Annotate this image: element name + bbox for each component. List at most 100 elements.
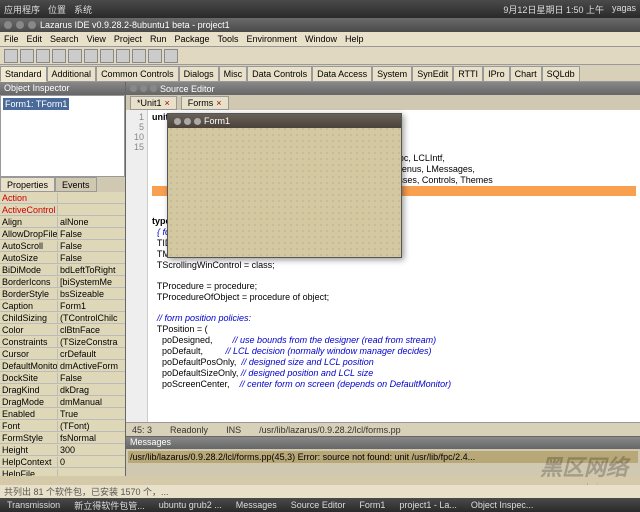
toggle-icon[interactable] [84, 49, 98, 63]
property-row[interactable]: AutoSizeFalse [0, 252, 125, 264]
editor-tabs: *Unit1× Forms× [126, 95, 640, 110]
newform-icon[interactable] [68, 49, 82, 63]
property-row[interactable]: Constraints(TSizeConstra [0, 336, 125, 348]
palette-tab-datactrls[interactable]: Data Controls [247, 66, 312, 82]
taskbar-item[interactable]: Transmission [4, 500, 63, 510]
menu-help[interactable]: Help [345, 34, 364, 44]
palette-tab-sqldb[interactable]: SQLdb [542, 66, 580, 82]
taskbar-item[interactable]: Object Inspec... [468, 500, 537, 510]
component-palette: Standard Additional Common Controls Dial… [0, 65, 640, 82]
minimize-icon[interactable] [16, 21, 24, 29]
menu-window[interactable]: Window [305, 34, 337, 44]
property-row[interactable]: BorderStylebsSizeable [0, 288, 125, 300]
tree-item-form1[interactable]: Form1: TForm1 [3, 98, 69, 110]
palette-tab-dataaccess[interactable]: Data Access [312, 66, 372, 82]
stepover-icon[interactable] [148, 49, 162, 63]
open-icon[interactable] [20, 49, 34, 63]
clock[interactable]: 9月12日星期日 1:50 上午 [503, 3, 604, 16]
menu-tools[interactable]: Tools [217, 34, 238, 44]
form-titlebar[interactable]: Form1 [168, 114, 401, 128]
property-row[interactable]: HelpFile [0, 468, 125, 476]
tab-unit1[interactable]: *Unit1× [130, 96, 177, 110]
palette-tab-system[interactable]: System [372, 66, 412, 82]
menu-environment[interactable]: Environment [247, 34, 298, 44]
property-row[interactable]: Font(TFont) [0, 420, 125, 432]
tab-properties[interactable]: Properties [0, 177, 55, 192]
tab-forms[interactable]: Forms× [181, 96, 229, 110]
tab-close-icon[interactable]: × [216, 98, 221, 108]
property-row[interactable]: DefaultMonitodmActiveForm [0, 360, 125, 372]
property-row[interactable]: AlignalNone [0, 216, 125, 228]
new-icon[interactable] [4, 49, 18, 63]
property-row[interactable]: ActiveControl [0, 204, 125, 216]
menu-places[interactable]: 位置 [48, 3, 66, 16]
palette-tab-misc[interactable]: Misc [219, 66, 248, 82]
tab-events[interactable]: Events [55, 177, 97, 192]
property-row[interactable]: Action [0, 192, 125, 204]
editor-close-icon[interactable] [130, 85, 137, 92]
object-inspector: Object Inspector Form1: TForm1 Propertie… [0, 82, 125, 476]
user-menu[interactable]: yagas [612, 3, 636, 16]
menu-apps[interactable]: 应用程序 [4, 3, 40, 16]
property-row[interactable]: CursorcrDefault [0, 348, 125, 360]
editor-min-icon[interactable] [140, 85, 147, 92]
property-row[interactable]: FormStylefsNormal [0, 432, 125, 444]
message-row[interactable]: /usr/lib/lazarus/0.9.28.2/lcl/forms.pp(4… [128, 451, 638, 463]
form-max-icon[interactable] [194, 118, 201, 125]
menu-edit[interactable]: Edit [27, 34, 43, 44]
property-row[interactable]: ColorclBtnFace [0, 324, 125, 336]
menu-package[interactable]: Package [174, 34, 209, 44]
palette-tab-standard[interactable]: Standard [0, 66, 47, 82]
property-row[interactable]: AutoScrollFalse [0, 240, 125, 252]
saveall-icon[interactable] [52, 49, 66, 63]
pause-icon[interactable] [116, 49, 130, 63]
tab-close-icon[interactable]: × [165, 98, 170, 108]
menu-run[interactable]: Run [150, 34, 167, 44]
oi-tree[interactable]: Form1: TForm1 [0, 95, 125, 177]
property-row[interactable]: DockSiteFalse [0, 372, 125, 384]
taskbar-item[interactable]: project1 - La... [396, 500, 460, 510]
property-row[interactable]: DragKinddkDrag [0, 384, 125, 396]
editor-statusbar: 45: 3 Readonly INS /usr/lib/lazarus/0.9.… [126, 422, 640, 436]
menu-system[interactable]: 系统 [74, 3, 92, 16]
menu-search[interactable]: Search [50, 34, 79, 44]
property-row[interactable]: HelpContext0 [0, 456, 125, 468]
taskbar: Transmission 新立得软件包管... ubuntu grub2 ...… [0, 498, 640, 512]
taskbar-item[interactable]: Form1 [356, 500, 388, 510]
palette-tab-chart[interactable]: Chart [510, 66, 542, 82]
form-close-icon[interactable] [174, 118, 181, 125]
run-icon[interactable] [100, 49, 114, 63]
taskbar-item[interactable]: Source Editor [288, 500, 349, 510]
design-form[interactable]: Form1 [167, 113, 402, 258]
taskbar-item[interactable]: 新立得软件包管... [71, 499, 148, 512]
stepinto-icon[interactable] [164, 49, 178, 63]
readonly-status: Readonly [170, 425, 208, 435]
editor-max-icon[interactable] [150, 85, 157, 92]
taskbar-item[interactable]: Messages [233, 500, 280, 510]
palette-tab-ipro[interactable]: IPro [483, 66, 510, 82]
property-row[interactable]: CaptionForm1 [0, 300, 125, 312]
property-row[interactable]: BorderIcons[biSystemMe [0, 276, 125, 288]
stop-icon[interactable] [132, 49, 146, 63]
menu-file[interactable]: File [4, 34, 19, 44]
property-row[interactable]: BiDiModebdLeftToRight [0, 264, 125, 276]
menu-view[interactable]: View [87, 34, 106, 44]
property-row[interactable]: EnabledTrue [0, 408, 125, 420]
close-icon[interactable] [4, 21, 12, 29]
maximize-icon[interactable] [28, 21, 36, 29]
save-icon[interactable] [36, 49, 50, 63]
taskbar-item[interactable]: ubuntu grub2 ... [156, 500, 225, 510]
palette-tab-dialogs[interactable]: Dialogs [179, 66, 219, 82]
property-row[interactable]: Height300 [0, 444, 125, 456]
main-menu: File Edit Search View Project Run Packag… [0, 32, 640, 47]
form-min-icon[interactable] [184, 118, 191, 125]
property-grid[interactable]: ActionActiveControlAlignalNoneAllowDropF… [0, 192, 125, 476]
palette-tab-synedit[interactable]: SynEdit [412, 66, 453, 82]
palette-tab-additional[interactable]: Additional [47, 66, 97, 82]
property-row[interactable]: AllowDropFileFalse [0, 228, 125, 240]
property-row[interactable]: DragModedmManual [0, 396, 125, 408]
palette-tab-common[interactable]: Common Controls [96, 66, 179, 82]
palette-tab-rtti[interactable]: RTTI [453, 66, 483, 82]
menu-project[interactable]: Project [114, 34, 142, 44]
property-row[interactable]: ChildSizing(TControlChilc [0, 312, 125, 324]
